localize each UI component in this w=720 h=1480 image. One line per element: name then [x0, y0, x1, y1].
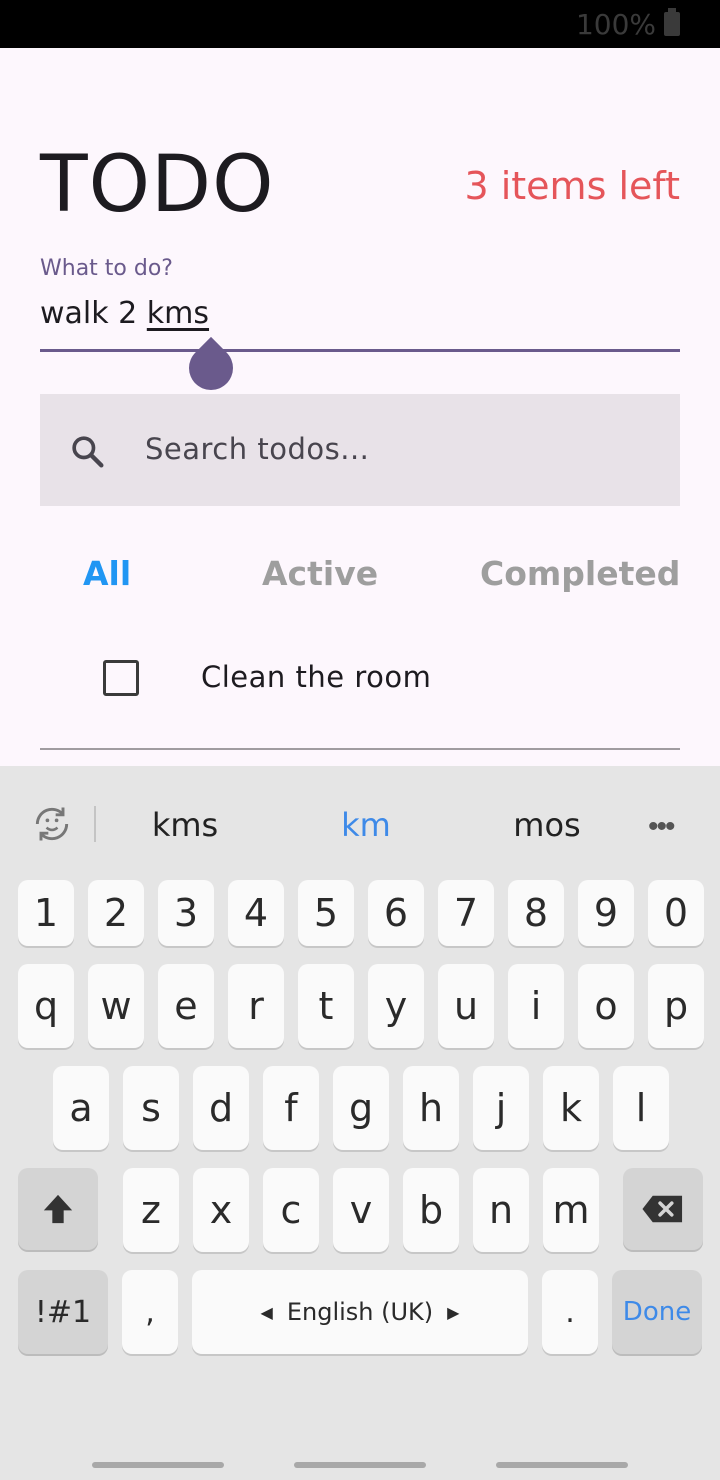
key-u[interactable]: u: [438, 964, 494, 1048]
key-y[interactable]: y: [368, 964, 424, 1048]
key-h[interactable]: h: [403, 1066, 459, 1150]
todo-divider: [40, 748, 680, 750]
key-i[interactable]: i: [508, 964, 564, 1048]
backspace-key[interactable]: [623, 1168, 703, 1250]
nav-button-back[interactable]: [496, 1462, 628, 1468]
battery-icon: [664, 8, 680, 36]
todo-input-text: walk 2: [40, 296, 147, 331]
nav-button-home[interactable]: [294, 1462, 426, 1468]
key-f[interactable]: f: [263, 1066, 319, 1150]
space-key-label: English (UK): [286, 1298, 434, 1326]
key-6[interactable]: 6: [368, 880, 424, 946]
key-2[interactable]: 2: [88, 880, 144, 946]
key-c[interactable]: c: [263, 1168, 319, 1252]
search-input[interactable]: Search todos...: [40, 394, 680, 506]
search-icon: [72, 436, 104, 468]
emoji-switch-icon[interactable]: [30, 802, 74, 846]
todo-item-text: Clean the room: [201, 660, 432, 694]
more-options-icon[interactable]: •••: [648, 810, 675, 844]
todo-input-label: What to do?: [40, 256, 173, 281]
search-placeholder: Search todos...: [145, 432, 370, 466]
key-0[interactable]: 0: [648, 880, 704, 946]
key-g[interactable]: g: [333, 1066, 389, 1150]
key-q[interactable]: q: [18, 964, 74, 1048]
tab-all[interactable]: All: [83, 554, 131, 593]
key-b[interactable]: b: [403, 1168, 459, 1252]
backspace-icon: [642, 1195, 683, 1223]
nav-button-recents[interactable]: [92, 1462, 224, 1468]
key-t[interactable]: t: [298, 964, 354, 1048]
key-w[interactable]: w: [88, 964, 144, 1048]
battery-percentage: 100%: [575, 8, 656, 41]
shift-key[interactable]: [18, 1168, 98, 1250]
key-o[interactable]: o: [578, 964, 634, 1048]
key-l[interactable]: l: [613, 1066, 669, 1150]
key-4[interactable]: 4: [228, 880, 284, 946]
key-p[interactable]: p: [648, 964, 704, 1048]
key-v[interactable]: v: [333, 1168, 389, 1252]
symbols-key[interactable]: !#1: [18, 1270, 108, 1354]
key-3[interactable]: 3: [158, 880, 214, 946]
suggestion-2[interactable]: km: [276, 806, 456, 844]
language-right-arrow-icon: ▶: [447, 1302, 460, 1322]
key-m[interactable]: m: [543, 1168, 599, 1252]
text-cursor-handle[interactable]: [179, 336, 243, 400]
comma-key[interactable]: ,: [122, 1270, 178, 1354]
todo-checkbox[interactable]: [103, 660, 139, 696]
suggestion-3[interactable]: mos: [457, 806, 637, 844]
key-s[interactable]: s: [123, 1066, 179, 1150]
todo-input-composing-word: kms: [146, 296, 210, 331]
period-key[interactable]: .: [542, 1270, 598, 1354]
page-title: TODO: [40, 140, 275, 230]
items-left-count: 3 items left: [464, 164, 680, 208]
status-bar: 100%: [0, 0, 720, 48]
key-8[interactable]: 8: [508, 880, 564, 946]
key-z[interactable]: z: [123, 1168, 179, 1252]
key-d[interactable]: d: [193, 1066, 249, 1150]
space-key[interactable]: ◀ English (UK) ▶: [192, 1270, 528, 1354]
key-j[interactable]: j: [473, 1066, 529, 1150]
key-x[interactable]: x: [193, 1168, 249, 1252]
key-5[interactable]: 5: [298, 880, 354, 946]
key-7[interactable]: 7: [438, 880, 494, 946]
key-n[interactable]: n: [473, 1168, 529, 1252]
tab-active[interactable]: Active: [262, 554, 378, 593]
suggestion-bar: kms km mos •••: [0, 766, 720, 882]
done-key[interactable]: Done: [612, 1270, 702, 1354]
key-1[interactable]: 1: [18, 880, 74, 946]
key-e[interactable]: e: [158, 964, 214, 1048]
todo-input-field[interactable]: walk 2 kms: [40, 296, 209, 331]
todo-input-underline: [40, 349, 680, 352]
tab-completed[interactable]: Completed: [480, 554, 680, 593]
suggestion-1[interactable]: kms: [95, 806, 275, 844]
on-screen-keyboard: kms km mos ••• 1234567890 qwertyuiop asd…: [0, 766, 720, 1480]
todo-item[interactable]: Clean the room: [40, 636, 680, 720]
language-left-arrow-icon: ◀: [260, 1302, 273, 1322]
shift-arrow-icon: [43, 1194, 73, 1224]
key-r[interactable]: r: [228, 964, 284, 1048]
key-9[interactable]: 9: [578, 880, 634, 946]
key-k[interactable]: k: [543, 1066, 599, 1150]
key-a[interactable]: a: [53, 1066, 109, 1150]
